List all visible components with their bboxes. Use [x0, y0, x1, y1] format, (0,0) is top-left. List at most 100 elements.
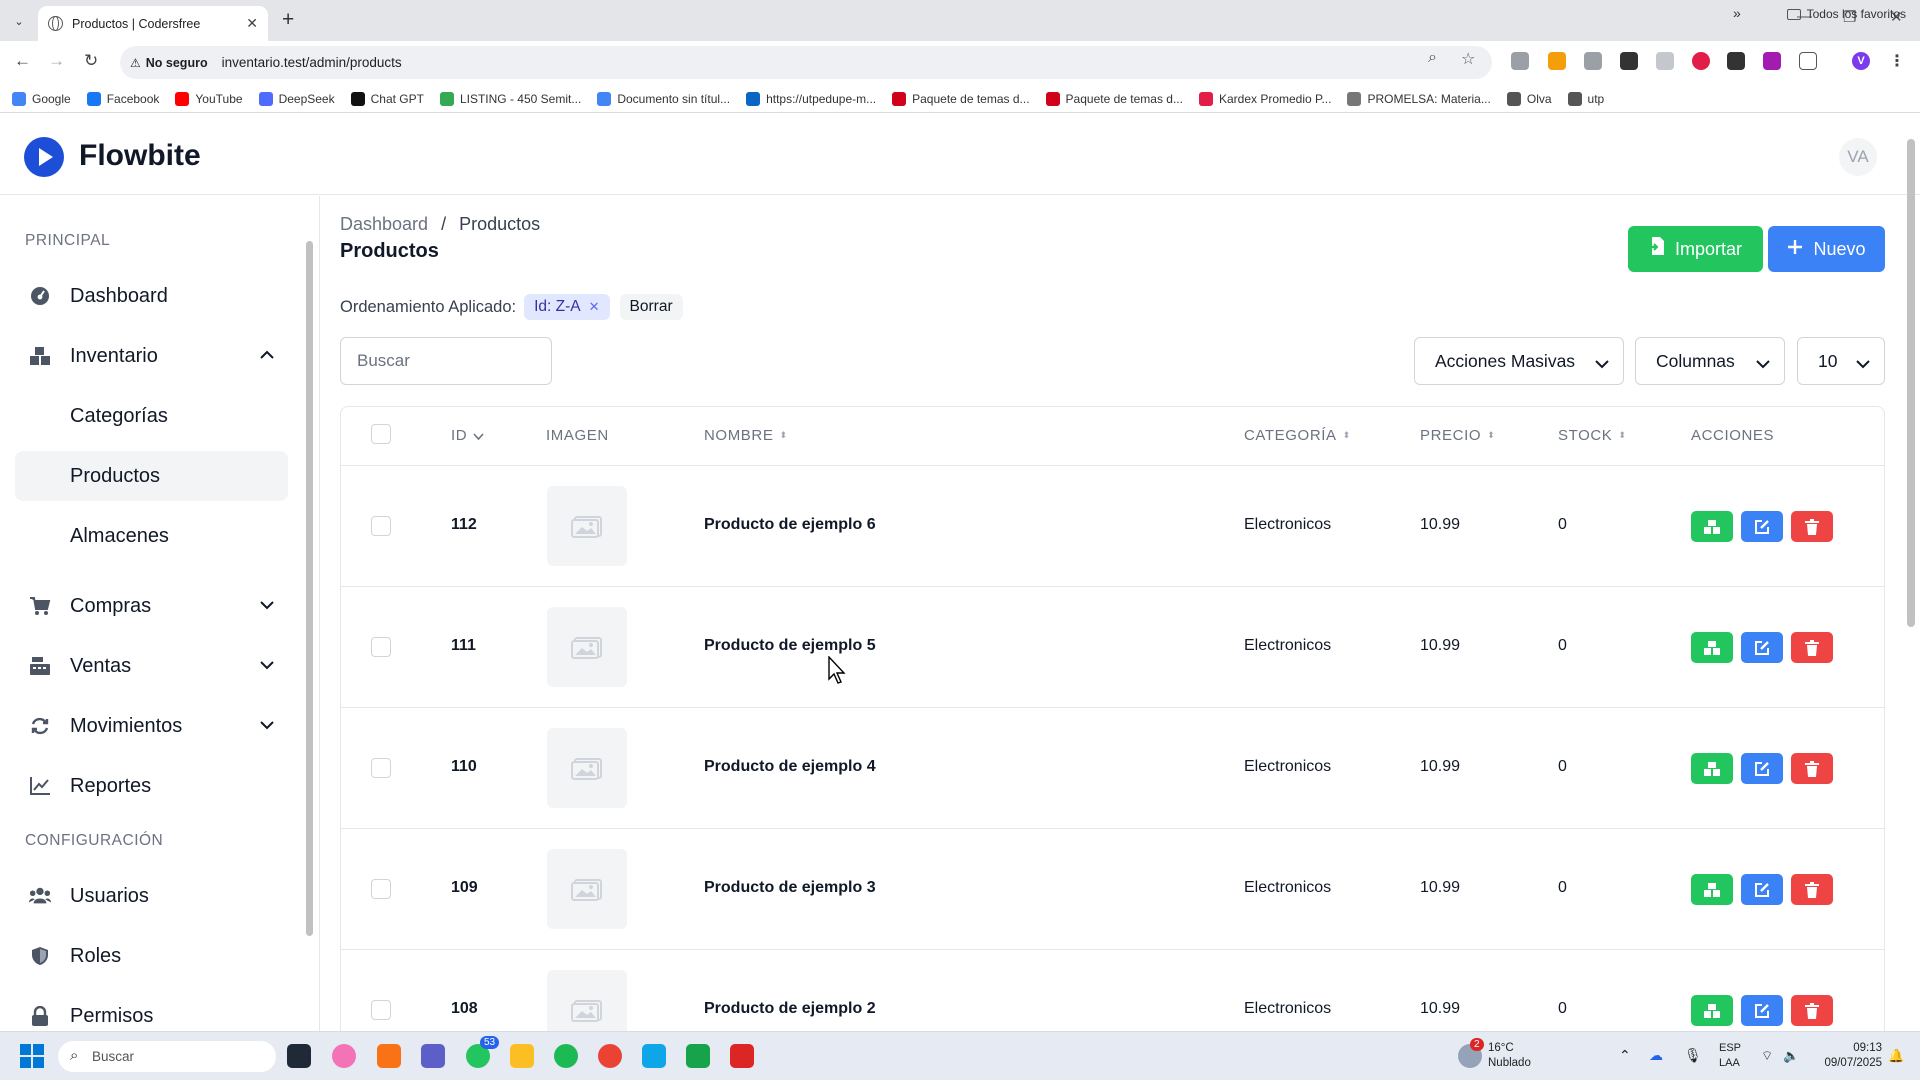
extension-icon[interactable] — [1656, 52, 1674, 70]
browser-tab[interactable]: Productos | Codersfree ✕ — [38, 6, 268, 41]
weather-widget[interactable]: 16°C Nublado — [1488, 1041, 1531, 1071]
delete-button[interactable] — [1791, 632, 1833, 663]
column-header-name[interactable]: NOMBRE ⬍ — [704, 427, 788, 444]
tray-chevron-up-icon[interactable]: ⌃ — [1619, 1048, 1631, 1063]
app-icon[interactable] — [377, 1044, 401, 1068]
column-header-stock[interactable]: STOCK ⬍ — [1558, 427, 1627, 444]
onedrive-icon[interactable]: ☁ — [1649, 1048, 1663, 1063]
row-checkbox[interactable] — [371, 758, 391, 778]
bookmark-item[interactable]: YouTube — [175, 91, 243, 106]
row-checkbox[interactable] — [371, 637, 391, 657]
breadcrumb-dashboard-link[interactable]: Dashboard — [340, 214, 428, 234]
adblock-icon[interactable] — [1692, 52, 1710, 70]
column-header-id[interactable]: ID — [451, 427, 484, 444]
clear-sort-button[interactable]: Borrar — [619, 294, 683, 320]
qr-extension-icon[interactable] — [1727, 52, 1745, 70]
bookmark-item[interactable]: Facebook — [86, 91, 159, 106]
sidebar-item-usuarios[interactable]: Usuarios — [15, 871, 288, 921]
stock-action-button[interactable] — [1691, 632, 1733, 663]
row-checkbox[interactable] — [371, 516, 391, 536]
sidebar-item-dashboard[interactable]: Dashboard — [15, 271, 288, 321]
extension-icon[interactable] — [1511, 52, 1529, 70]
new-tab-button[interactable]: + — [282, 8, 294, 32]
delete-button[interactable] — [1791, 874, 1833, 905]
edit-button[interactable] — [1741, 753, 1783, 784]
back-icon[interactable]: ← — [14, 51, 31, 71]
chrome-icon[interactable] — [598, 1044, 622, 1068]
sidebar-scrollbar[interactable] — [305, 230, 313, 936]
sidebar-item-almacenes[interactable]: Almacenes — [15, 511, 288, 561]
bookmark-item[interactable]: Chat GPT — [350, 91, 424, 106]
sidebar-item-movimientos[interactable]: Movimientos — [15, 701, 288, 751]
extension-icon[interactable] — [1620, 52, 1638, 70]
extension-icon[interactable] — [1584, 52, 1602, 70]
bookmark-item[interactable]: Paquete de temas d... — [1045, 91, 1183, 106]
puzzle-icon[interactable] — [1799, 52, 1817, 70]
columns-dropdown[interactable]: Columnas — [1635, 337, 1785, 385]
weather-icon[interactable]: 2 — [1458, 1038, 1484, 1068]
extension-icon[interactable] — [1763, 52, 1781, 70]
sidebar-item-categorias[interactable]: Categorías — [15, 391, 288, 441]
sidebar-scrollbar-thumb[interactable] — [306, 241, 313, 936]
stock-action-button[interactable] — [1691, 511, 1733, 542]
kebab-menu-icon[interactable]: ⋮ — [1888, 52, 1906, 70]
row-checkbox[interactable] — [371, 879, 391, 899]
notification-icon[interactable]: 🔔 — [1888, 1048, 1904, 1063]
taskbar-search[interactable]: ⌕ Buscar — [58, 1041, 276, 1072]
sidebar-item-permisos[interactable]: Permisos — [15, 991, 288, 1031]
remove-sort-icon[interactable]: ✕ — [589, 299, 600, 315]
bookmark-item[interactable]: LISTING - 450 Semit... — [439, 91, 581, 106]
bookmark-item[interactable]: Olva — [1506, 91, 1552, 106]
sidebar-item-reportes[interactable]: Reportes — [15, 761, 288, 811]
edit-button[interactable] — [1741, 511, 1783, 542]
copilot-icon[interactable] — [332, 1044, 356, 1068]
edit-button[interactable] — [1741, 632, 1783, 663]
windows-start-icon[interactable] — [20, 1044, 44, 1068]
profile-icon[interactable]: V — [1852, 52, 1870, 70]
sidebar-item-compras[interactable]: Compras — [15, 581, 288, 631]
delete-button[interactable] — [1791, 511, 1833, 542]
sidebar-item-productos[interactable]: Productos — [15, 451, 288, 501]
sort-chip[interactable]: Id: Z-A ✕ — [524, 294, 610, 320]
volume-icon[interactable]: 🔈 — [1783, 1048, 1799, 1063]
language-indicator[interactable]: ESP LAA — [1719, 1041, 1741, 1071]
delete-button[interactable] — [1791, 995, 1833, 1026]
app-icon[interactable] — [730, 1044, 754, 1068]
bookmark-item[interactable]: Documento sin títul... — [597, 91, 730, 106]
page-scrollbar[interactable] — [1905, 127, 1917, 1031]
stock-action-button[interactable] — [1691, 995, 1733, 1026]
bookmark-item[interactable]: Paquete de temas d... — [892, 91, 1030, 106]
spotify-icon[interactable] — [554, 1044, 578, 1068]
sidebar-item-inventario[interactable]: Inventario — [15, 331, 288, 381]
teams-icon[interactable] — [421, 1044, 445, 1068]
security-indicator[interactable]: ⚠ No seguro — [130, 56, 208, 70]
tab-search-button[interactable]: ⌄ — [8, 10, 30, 32]
wifi-icon[interactable]: ⌔ — [1761, 1048, 1773, 1063]
brand-name[interactable]: Flowbite — [79, 139, 201, 173]
bookmark-item[interactable]: Google — [12, 91, 71, 106]
bulk-actions-dropdown[interactable]: Acciones Masivas — [1414, 337, 1624, 385]
file-explorer-icon[interactable] — [510, 1044, 534, 1068]
import-button[interactable]: Importar — [1628, 226, 1763, 272]
more-bookmarks-icon[interactable]: » — [1733, 5, 1741, 21]
sidebar-item-roles[interactable]: Roles — [15, 931, 288, 981]
bookmark-item[interactable]: https://utpedupe-m... — [746, 91, 876, 106]
extension-icon[interactable] — [1548, 52, 1566, 70]
stock-action-button[interactable] — [1691, 753, 1733, 784]
user-avatar[interactable]: VA — [1839, 138, 1877, 176]
sidebar-item-ventas[interactable]: Ventas — [15, 641, 288, 691]
select-all-checkbox[interactable] — [371, 424, 391, 444]
whatsapp-icon[interactable]: 53 — [466, 1036, 500, 1068]
vscode-icon[interactable] — [642, 1044, 666, 1068]
row-checkbox[interactable] — [371, 1000, 391, 1020]
column-header-category[interactable]: CATEGORÍA ⬍ — [1244, 427, 1351, 444]
forward-icon[interactable]: → — [48, 51, 65, 71]
app-icon[interactable] — [686, 1044, 710, 1068]
edit-button[interactable] — [1741, 995, 1783, 1026]
zoom-icon[interactable]: ⌕ — [1428, 49, 1437, 67]
flowbite-logo-icon[interactable] — [24, 137, 64, 177]
edit-button[interactable] — [1741, 874, 1783, 905]
task-view-icon[interactable] — [287, 1044, 311, 1068]
stock-action-button[interactable] — [1691, 874, 1733, 905]
new-product-button[interactable]: Nuevo — [1768, 226, 1885, 272]
